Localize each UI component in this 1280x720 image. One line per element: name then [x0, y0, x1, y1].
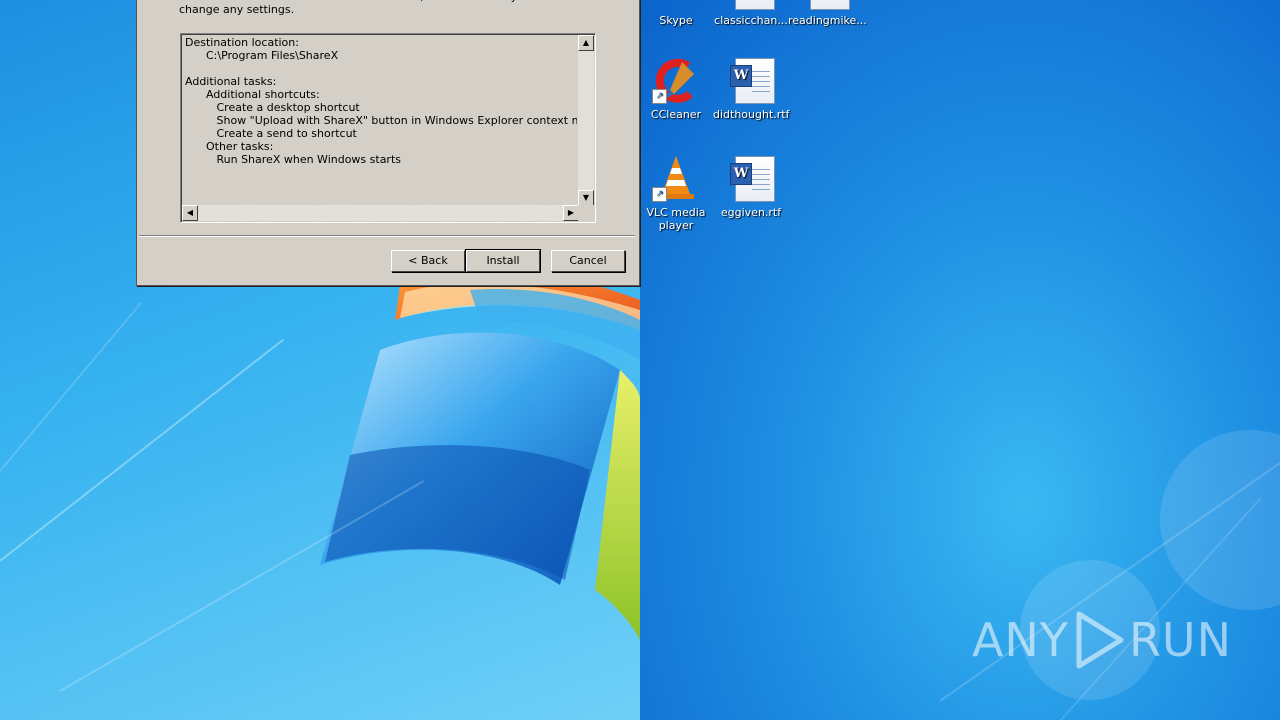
- sharex-setup-dialog: Click Install to continue with the insta…: [136, 0, 640, 286]
- task-run-at-startup: Run ShareX when Windows starts: [216, 153, 402, 166]
- desktop-icon-label: classicchan...: [714, 14, 788, 27]
- desktop-icon-label: readingmike...: [788, 14, 867, 27]
- document-icon: [802, 0, 850, 10]
- scroll-left-arrow-icon[interactable]: ◀: [182, 205, 198, 221]
- word-document-icon: W: [727, 56, 775, 104]
- additional-shortcuts-heading: Additional shortcuts:: [205, 88, 320, 101]
- scroll-down-arrow-icon[interactable]: ▼: [578, 190, 594, 206]
- vlc-cone-icon: ↗: [652, 154, 700, 202]
- desktop: Skype classicchan... readingmike... ↗ CC…: [0, 0, 1280, 720]
- desktop-icon-readingmike[interactable]: readingmike...: [788, 0, 867, 27]
- document-icon: [727, 0, 775, 10]
- scroll-up-arrow-icon[interactable]: ▲: [578, 35, 594, 51]
- shortcut-arrow-icon: ↗: [652, 89, 667, 104]
- watermark-text-left: ANY: [971, 613, 1069, 667]
- desktop-icon-didthought[interactable]: W didthought.rtf: [713, 56, 789, 121]
- ccleaner-icon: ↗: [652, 56, 700, 104]
- shortcut-arrow-icon: ↗: [652, 187, 667, 202]
- watermark-text-right: RUN: [1128, 613, 1232, 667]
- desktop-icon-classicchan[interactable]: classicchan...: [713, 0, 789, 27]
- task-desktop-shortcut: Create a desktop shortcut: [216, 101, 360, 114]
- desktop-icon-label: VLC media player: [646, 206, 706, 232]
- install-summary-text: Destination location: C:\Program Files\S…: [185, 36, 577, 206]
- desktop-icon-skype[interactable]: Skype: [638, 0, 714, 27]
- vertical-scrollbar[interactable]: ▲ ▼: [578, 35, 594, 206]
- additional-tasks-heading: Additional tasks:: [185, 75, 277, 88]
- desktop-icon-eggiven[interactable]: W eggiven.rtf: [713, 154, 789, 219]
- play-logo-icon: [1076, 611, 1124, 669]
- cancel-button[interactable]: Cancel: [551, 250, 625, 272]
- other-tasks-heading: Other tasks:: [205, 140, 274, 153]
- ready-to-install-intro: Click Install to continue with the insta…: [179, 0, 631, 16]
- task-context-menu: Show "Upload with ShareX" button in Wind…: [216, 114, 577, 127]
- desktop-icon-vlc[interactable]: ↗ VLC media player: [638, 154, 714, 232]
- horizontal-scrollbar[interactable]: ◀ ▶: [182, 205, 579, 221]
- anyrun-watermark: ANY RUN: [972, 610, 1232, 670]
- task-send-to-shortcut: Create a send to shortcut: [216, 127, 357, 140]
- skype-icon: [652, 0, 700, 10]
- back-button[interactable]: < Back: [391, 250, 465, 272]
- desktop-icon-ccleaner[interactable]: ↗ CCleaner: [638, 56, 714, 121]
- scroll-right-arrow-icon[interactable]: ▶: [563, 205, 579, 221]
- scrollbar-corner: [578, 205, 594, 221]
- destination-heading: Destination location:: [185, 36, 299, 49]
- install-summary-memo[interactable]: Destination location: C:\Program Files\S…: [180, 33, 596, 223]
- desktop-icon-label: eggiven.rtf: [720, 206, 782, 219]
- desktop-icon-label: didthought.rtf: [713, 108, 790, 121]
- destination-path: C:\Program Files\ShareX: [205, 49, 339, 62]
- desktop-icon-label: Skype: [659, 14, 693, 27]
- desktop-icon-label: CCleaner: [650, 108, 702, 121]
- word-document-icon: W: [727, 154, 775, 202]
- button-area-separator: [139, 235, 635, 237]
- install-button[interactable]: Install: [465, 249, 541, 273]
